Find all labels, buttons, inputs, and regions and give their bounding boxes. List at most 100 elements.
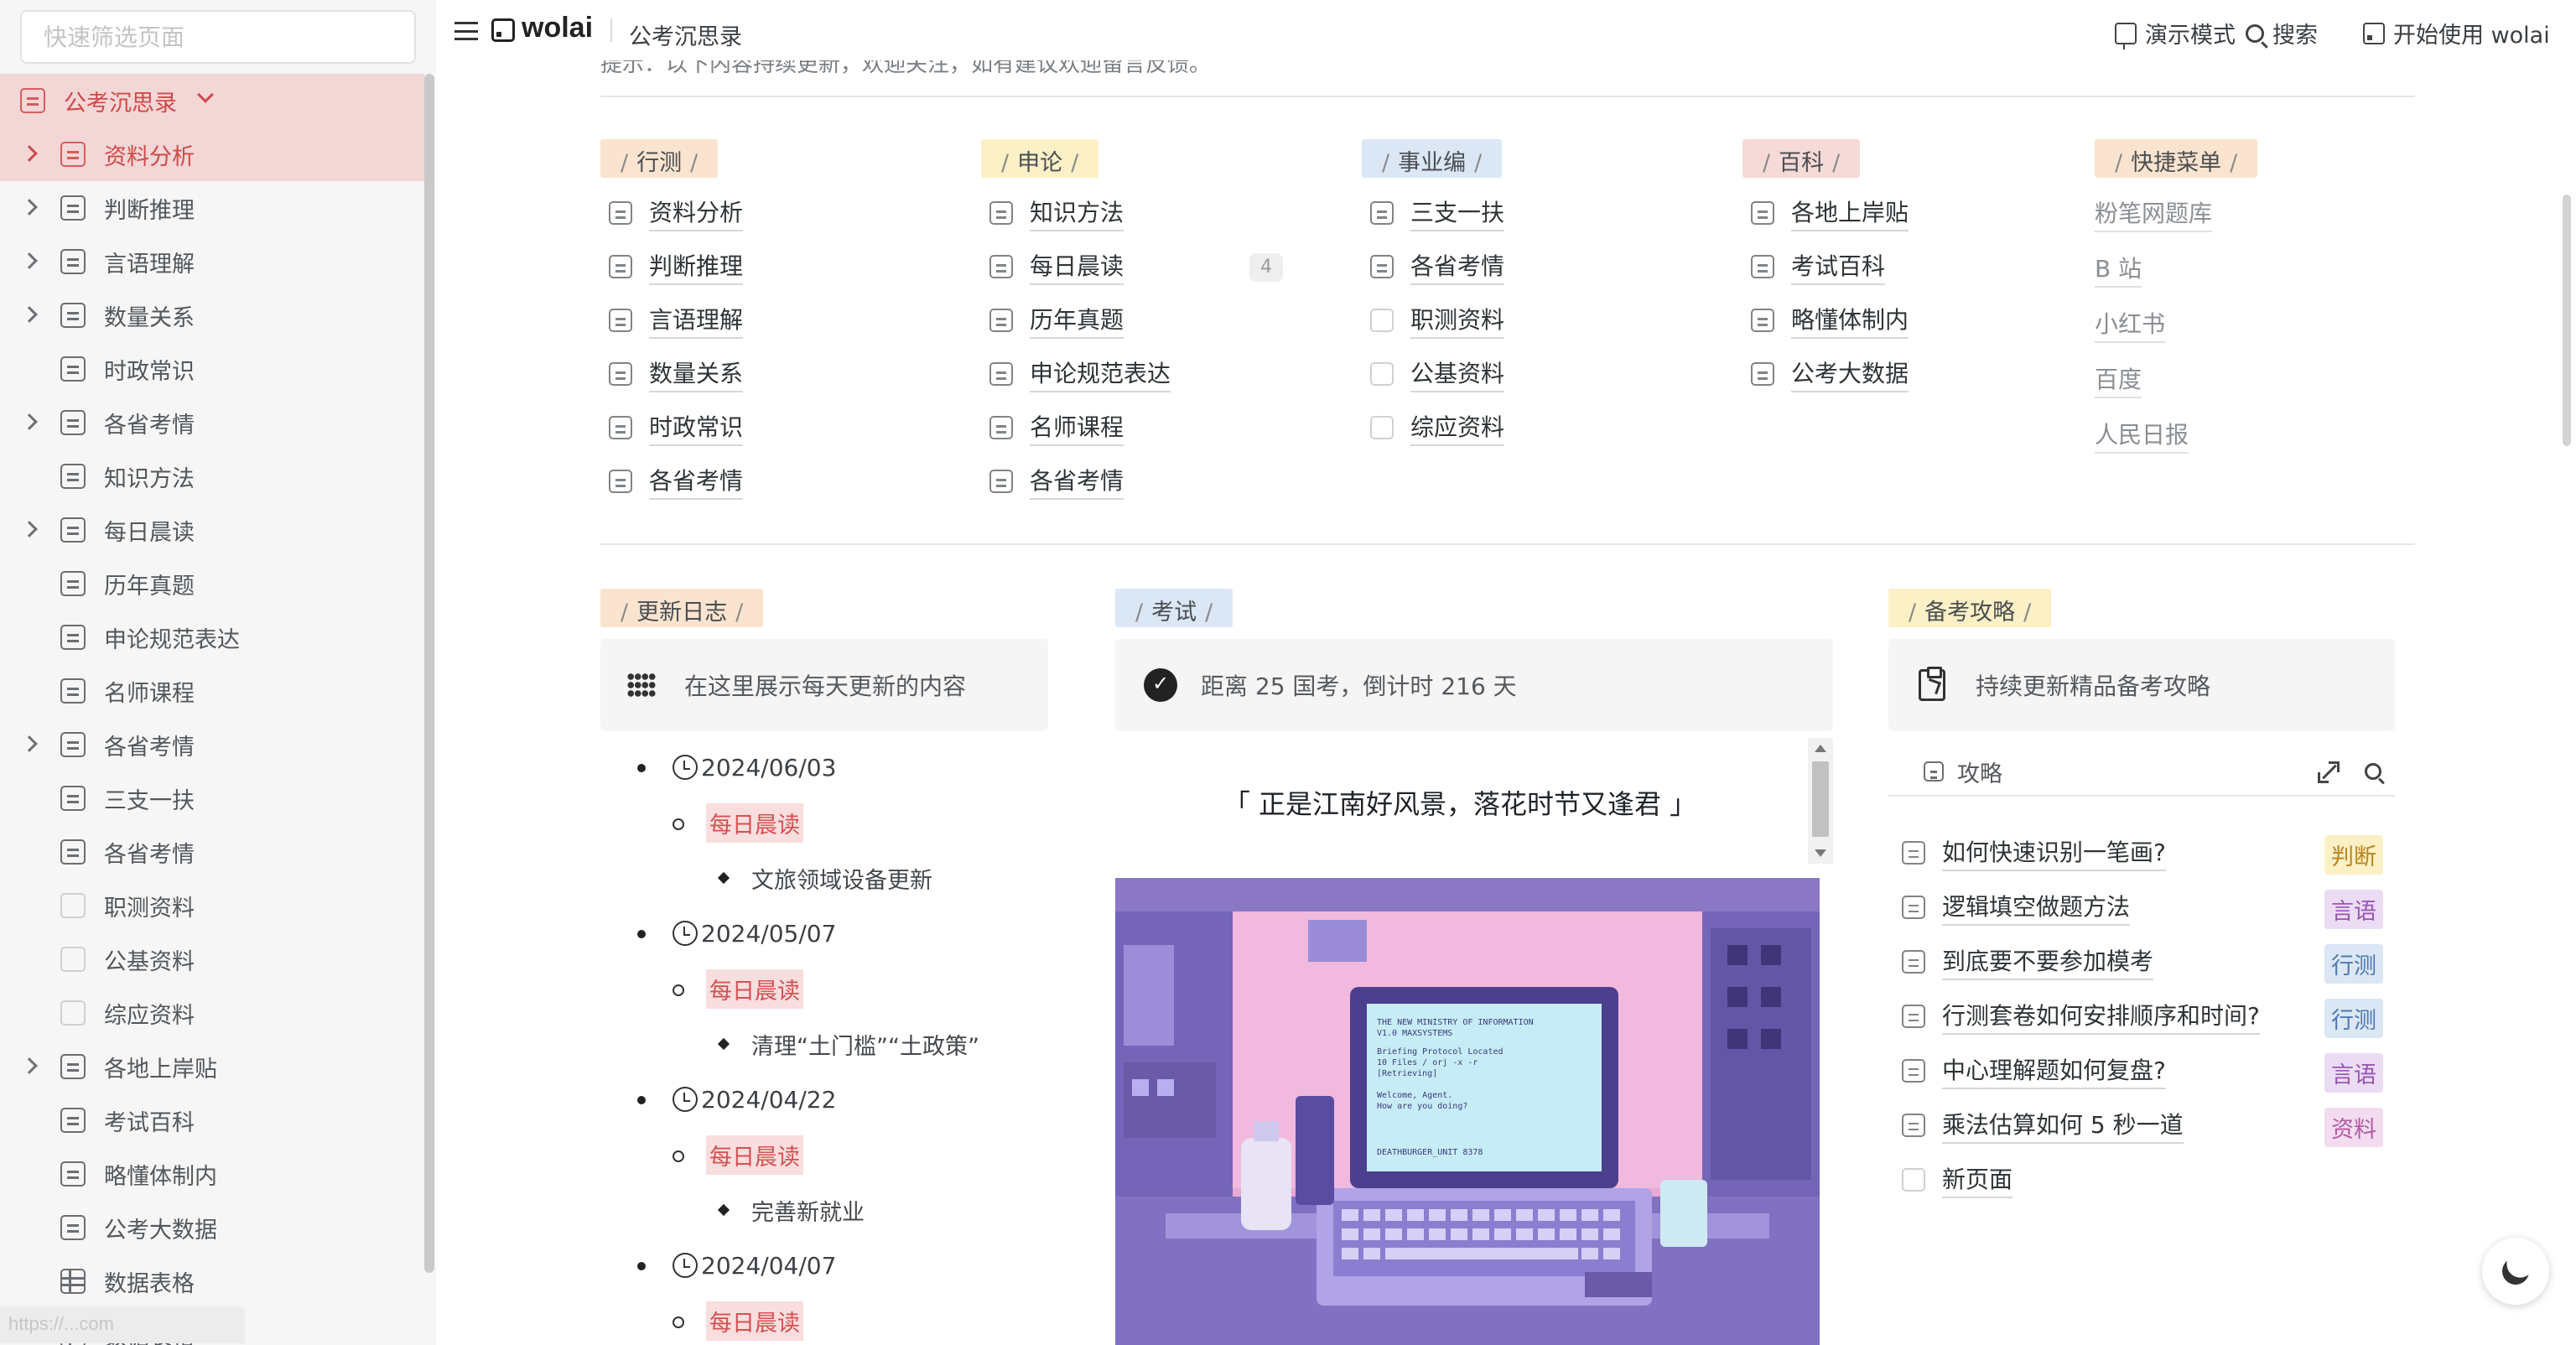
page-link[interactable]: 职测资料 — [1370, 293, 1731, 347]
quick-link[interactable]: B 站 — [2095, 241, 2455, 297]
sidebar-item[interactable]: 各省考情 — [0, 396, 424, 449]
strategy-row[interactable]: 逻辑填空做题方法 言语 — [1902, 880, 2405, 934]
sidebar-root-item[interactable]: 公考沉思录 — [0, 74, 424, 127]
page-icon — [60, 356, 86, 382]
clock-icon — [673, 755, 698, 780]
sidebar-item-label: 时政常识 — [104, 358, 195, 385]
chevron-right-icon[interactable] — [21, 252, 38, 269]
chevron-right-icon[interactable] — [21, 1057, 38, 1074]
search-button[interactable]: 搜索 — [2246, 17, 2318, 49]
sidebar-item[interactable]: 知识方法 — [0, 449, 424, 503]
sidebar-item[interactable]: 职测资料 — [0, 879, 424, 932]
category-link[interactable]: 每日晨读 — [706, 969, 803, 1009]
page-link[interactable]: 申论规范表达 — [989, 347, 1350, 401]
status-url-hint: https://...com — [0, 1306, 245, 1343]
quick-link[interactable]: 小红书 — [2095, 297, 2455, 352]
page-link[interactable]: 考试百科 — [1751, 240, 2111, 293]
page-link[interactable]: 各地上岸贴 — [1751, 186, 2111, 240]
sidebar-item[interactable]: 言语理解 — [0, 235, 424, 288]
sidebar-item[interactable]: 公基资料 — [0, 932, 424, 986]
page-icon — [60, 947, 86, 972]
sidebar-item[interactable]: 判断推理 — [0, 181, 424, 235]
database-title[interactable]: 攻略 — [1957, 756, 2002, 788]
sidebar-item[interactable]: 各省考情 — [0, 718, 424, 771]
quick-link[interactable]: 百度 — [2095, 352, 2455, 408]
quote-scrollbar[interactable] — [1808, 738, 1833, 864]
chevron-right-icon[interactable] — [21, 145, 38, 162]
page-link[interactable]: 各省考情 — [1370, 240, 1731, 293]
sidebar-item[interactable]: 数据表格 — [0, 1254, 424, 1308]
strategy-row[interactable]: 如何快速识别一笔画? 判断 — [1902, 825, 2405, 880]
page-filter-input[interactable] — [20, 10, 416, 64]
sidebar-item[interactable]: 数量关系 — [0, 288, 424, 342]
sidebar-item[interactable]: 时政常识 — [0, 342, 424, 396]
page-link[interactable]: 判断推理 — [609, 240, 969, 293]
dark-mode-toggle[interactable] — [2482, 1238, 2549, 1305]
count-badge: 4 — [1249, 253, 1283, 282]
page-link[interactable]: 名师课程 — [989, 401, 1350, 454]
sidebar-item[interactable]: 资料分析 — [0, 127, 424, 181]
update-category: 每日晨读 — [617, 1293, 1053, 1345]
sidebar-item[interactable]: 三支一扶 — [0, 771, 424, 825]
strategy-row[interactable]: 行测套卷如何安排顺序和时间? 行测 — [1902, 989, 2405, 1043]
category-link[interactable]: 每日晨读 — [706, 1301, 803, 1341]
pixel-art-image: THE NEW MINISTRY OF INFORMATION V1.0 MAXS… — [1115, 878, 1820, 1345]
page-link[interactable]: 每日晨读 4 — [989, 240, 1350, 293]
page-link[interactable]: 各省考情 — [989, 454, 1350, 508]
sidebar: 公考沉思录资料分析判断推理言语理解数量关系时政常识各省考情知识方法每日晨读历年真… — [0, 0, 436, 1345]
strategy-row[interactable]: 乘法估算如何 5 秒一道 资料 — [1902, 1098, 2405, 1152]
menu-icon[interactable] — [454, 22, 478, 40]
search-icon — [2246, 23, 2264, 43]
page-icon — [1902, 1004, 1925, 1028]
sidebar-item[interactable]: 综应资料 — [0, 986, 424, 1040]
page-link[interactable]: 历年真题 — [989, 293, 1350, 347]
chevron-right-icon[interactable] — [21, 413, 38, 430]
database-search-icon[interactable] — [2365, 763, 2381, 780]
sidebar-item[interactable]: 各地上岸贴 — [0, 1040, 424, 1093]
page-link[interactable]: 知识方法 — [989, 186, 1350, 240]
strategy-title: 乘法估算如何 5 秒一道 — [1942, 1107, 2184, 1144]
page-link[interactable]: 三支一扶 — [1370, 186, 1731, 240]
page-link[interactable]: 综应资料 — [1370, 401, 1731, 454]
sidebar-item[interactable]: 申论规范表达 — [0, 610, 424, 664]
sidebar-tree: 公考沉思录 资料分析 判断推理 言语理解 数量关系 时政常识 各省考情 知识方法 每日晨读 历年真… — [0, 74, 424, 1345]
chevron-down-icon[interactable] — [197, 86, 214, 103]
category-pill: 行测 — [2324, 999, 2383, 1038]
section-links: 三支一扶 各省考情 职测资料 公基资料 综应资料 — [1370, 186, 1731, 454]
sidebar-item[interactable]: 略懂体制内 — [0, 1147, 424, 1201]
quick-link[interactable]: 人民日报 — [2095, 408, 2455, 463]
sidebar-item[interactable]: 各省考情 — [0, 825, 424, 879]
chevron-right-icon[interactable] — [21, 521, 38, 537]
divider — [600, 543, 2415, 545]
page-link[interactable]: 公基资料 — [1370, 347, 1731, 401]
sidebar-item[interactable]: 历年真题 — [0, 557, 424, 610]
sidebar-item[interactable]: 考试百科 — [0, 1093, 424, 1147]
category-link[interactable]: 每日晨读 — [706, 802, 803, 843]
chevron-right-icon[interactable] — [21, 735, 38, 752]
strategy-row[interactable]: 到底要不要参加模考 行测 — [1902, 934, 2405, 989]
chevron-right-icon[interactable] — [21, 199, 38, 216]
present-mode-button[interactable]: 演示模式 — [2115, 17, 2236, 49]
page-link[interactable]: 时政常识 — [609, 401, 969, 454]
category-link[interactable]: 每日晨读 — [706, 1135, 803, 1175]
page-icon — [60, 1215, 86, 1240]
page-link[interactable]: 公考大数据 — [1751, 347, 2111, 401]
chevron-right-icon[interactable] — [21, 306, 38, 323]
sidebar-item[interactable]: 每日晨读 — [0, 503, 424, 557]
page-link[interactable]: 资料分析 — [609, 186, 969, 240]
page-link[interactable]: 各省考情 — [609, 454, 969, 508]
strategy-row[interactable]: 新页面 — [1902, 1152, 2405, 1207]
start-using-button[interactable]: 开始使用 wolai — [2363, 17, 2550, 49]
sidebar-item[interactable]: 名师课程 — [0, 664, 424, 718]
quick-link[interactable]: 粉笔网题库 — [2095, 186, 2455, 241]
expand-icon[interactable] — [2318, 761, 2340, 783]
page-link-label: 申论规范表达 — [1030, 356, 1171, 392]
page-link[interactable]: 略懂体制内 — [1751, 293, 2111, 347]
strategy-row[interactable]: 中心理解题如何复盘? 言语 — [1902, 1043, 2405, 1098]
breadcrumb[interactable]: 公考沉思录 — [629, 18, 742, 51]
page-link[interactable]: 言语理解 — [609, 293, 969, 347]
sidebar-item[interactable]: 公考大数据 — [0, 1201, 424, 1254]
page-icon — [60, 732, 86, 757]
sidebar-scrollbar[interactable] — [424, 74, 434, 1273]
page-link[interactable]: 数量关系 — [609, 347, 969, 401]
